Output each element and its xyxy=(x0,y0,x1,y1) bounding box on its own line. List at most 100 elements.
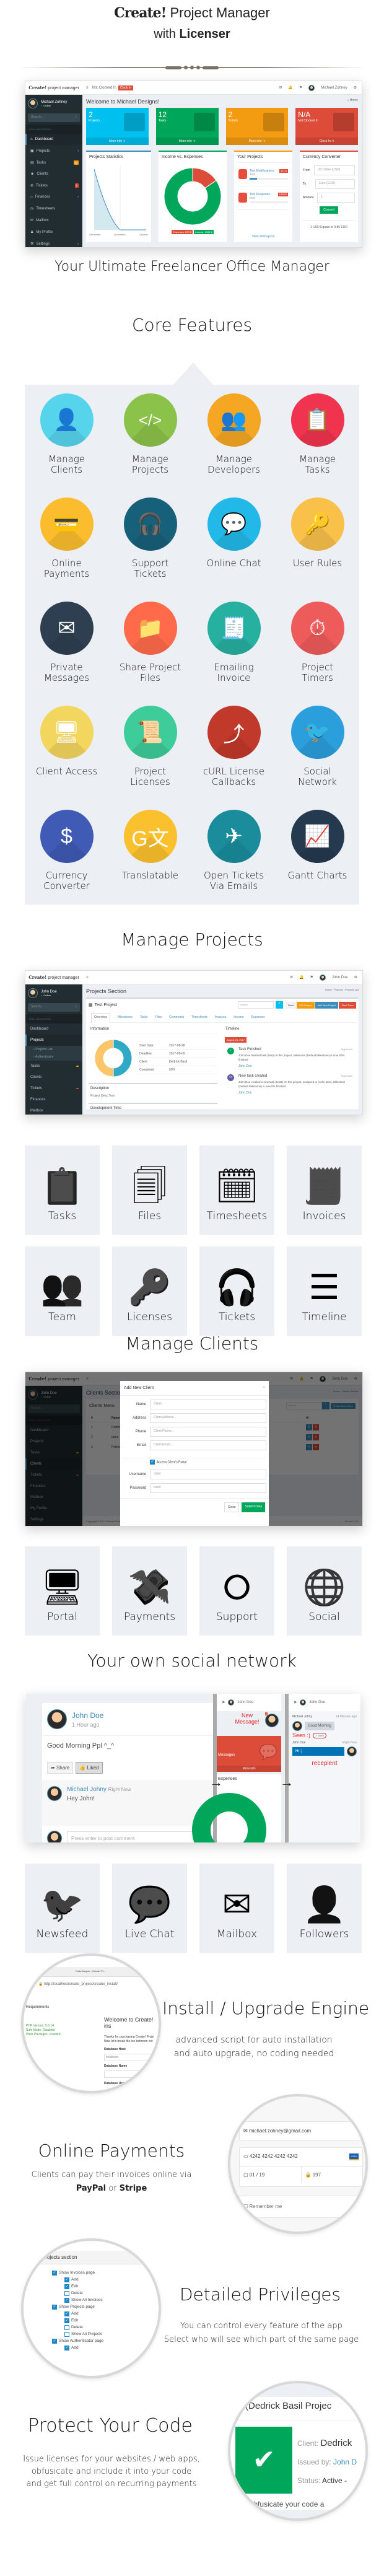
stat-footer-link[interactable]: More info ➜ xyxy=(225,138,289,145)
sidebar-item-mailbox[interactable]: Mailbox xyxy=(25,1105,82,1115)
flag-icon[interactable]: ⚑ xyxy=(310,975,313,979)
top-user-name[interactable]: John Doe xyxy=(309,1701,325,1704)
top-user-name[interactable]: Michael Zohney xyxy=(321,86,347,90)
tab-invoices[interactable]: Invoices xyxy=(215,1015,226,1019)
tab-timesheets[interactable]: Timesheets xyxy=(191,1015,207,1019)
remember-me-checkbox[interactable]: ☐ Remember me xyxy=(239,2196,363,2218)
top-user-name[interactable]: John Doe xyxy=(332,976,348,979)
sidebar-item-tasks[interactable]: ▤ Tasks 10 xyxy=(25,157,82,169)
name-input[interactable]: Client xyxy=(150,1400,266,1409)
card-number-field[interactable]: ▭ 4242 4242 4242 4242 VISA xyxy=(240,2148,362,2166)
project-search-input[interactable]: Search... xyxy=(238,1001,274,1009)
sidebar-item-projects[interactable]: ▣ Projects ‹ xyxy=(25,145,82,157)
timeline-item-user[interactable]: John Doe xyxy=(238,1091,352,1095)
privilege-checkbox[interactable] xyxy=(64,2324,69,2330)
flag-icon[interactable]: ⚑ xyxy=(294,1701,297,1705)
more-info-link[interactable]: More info xyxy=(217,1766,281,1772)
email-input[interactable]: Client Email... xyxy=(150,1440,266,1450)
stat-footer-link[interactable]: More info ➜ xyxy=(86,138,149,145)
submit-data-button[interactable]: Submit Data xyxy=(242,1502,265,1512)
gears-icon[interactable]: ⚙ xyxy=(354,975,357,979)
edit-project-button[interactable]: Edit Project xyxy=(297,1001,315,1009)
browser-url[interactable]: 🔒 http://localhost/create_project/create… xyxy=(38,1982,118,1986)
privilege-checkbox[interactable]: ✓ xyxy=(64,2277,69,2282)
tab-comments[interactable]: Comments xyxy=(169,1015,184,1019)
post-author[interactable]: John Doe xyxy=(72,1711,103,1720)
sidebar-item-tickets[interactable]: Tickets xyxy=(25,1083,82,1094)
sidebar-item-settings[interactable]: ⚒ Settings ‹ xyxy=(25,238,82,247)
sidebar-item-mailbox[interactable]: ✉ Mailbox xyxy=(25,214,82,226)
flag-icon[interactable]: ⚑ xyxy=(222,1701,225,1705)
sidebar-item-dashboard[interactable]: ⌂ Dashboard xyxy=(25,134,82,145)
breadcrumb-item[interactable]: Home xyxy=(325,988,332,991)
avatar[interactable] xyxy=(308,84,315,91)
sidebar-item-timesheets[interactable]: ◷ Timesheets xyxy=(25,203,82,214)
browser-tab[interactable]: CodeCanyon - Create! Pr... xyxy=(24,1967,159,1977)
convert-button[interactable]: Convert xyxy=(320,206,338,214)
sidebar-item-authenticator[interactable]: ○ Authenticator xyxy=(25,1053,82,1061)
project-list-item[interactable]: Test Response 1000 $ test xyxy=(237,186,289,210)
sidebar-item-finances[interactable]: ⌂ Finances ‹ xyxy=(25,191,82,203)
breadcrumb[interactable]: ⌂ Home xyxy=(347,99,358,108)
timeline-item-user[interactable]: John Doe xyxy=(238,1064,352,1068)
tab-expenses[interactable]: Expenses xyxy=(251,1015,265,1019)
password-input[interactable]: client xyxy=(150,1483,266,1493)
sidebar-item-tasks[interactable]: Tasks xyxy=(25,1061,82,1072)
menu-toggle-icon[interactable]: ≡ xyxy=(82,86,92,90)
start-timer-button[interactable]: Start Timer xyxy=(339,1001,356,1009)
username-input[interactable]: client xyxy=(150,1470,266,1479)
issued-by-link[interactable]: John D xyxy=(333,2458,357,2466)
phone-input[interactable]: Client Phone... xyxy=(150,1427,266,1437)
to-currency-select[interactable]: Euro (EUR) xyxy=(315,179,355,189)
sidebar-item-my-profile[interactable]: ♟ My Profile xyxy=(25,226,82,238)
sidebar-item-dashboard[interactable]: Dashboard xyxy=(25,1023,82,1035)
close-icon[interactable]: × xyxy=(263,1386,265,1390)
privilege-checkbox[interactable]: ✓ xyxy=(52,2304,57,2310)
liked-button[interactable]: 👍 Liked xyxy=(76,1762,103,1774)
db-host-input[interactable]: localhost xyxy=(104,2054,159,2061)
bell-icon[interactable]: 🔔 xyxy=(299,975,303,979)
tab-income[interactable]: Income xyxy=(233,1015,243,1019)
privilege-checkbox[interactable]: ✓ xyxy=(64,2345,69,2350)
avatar[interactable] xyxy=(300,1699,307,1706)
avatar[interactable] xyxy=(228,1699,235,1706)
sidebar-item-projects[interactable]: Projects xyxy=(25,1035,82,1046)
tab-tasks[interactable]: Tasks xyxy=(140,1015,148,1019)
privilege-checkbox[interactable]: ✓ xyxy=(52,2270,57,2276)
sidebar-search[interactable]: Search...⌕ xyxy=(28,113,80,122)
privilege-checkbox[interactable]: ✓ xyxy=(64,2297,69,2303)
stat-footer-link[interactable]: Clock In ➜ xyxy=(295,138,358,145)
add-new-project-button[interactable]: Add New Project xyxy=(315,1001,339,1009)
bell-icon[interactable]: 🔔 xyxy=(288,85,292,90)
privilege-checkbox[interactable] xyxy=(64,2331,69,2337)
mail-icon[interactable]: ✉ xyxy=(279,85,282,90)
gears-icon[interactable]: ⚙ xyxy=(354,85,357,90)
search-button[interactable]: ⌕ xyxy=(276,1001,284,1009)
sidebar-item-finances[interactable]: Finances xyxy=(25,1094,82,1105)
sidebar-item-tickets[interactable]: ⊕ Tickets 1 xyxy=(25,180,82,191)
tab-milestones[interactable]: Milestones xyxy=(118,1015,133,1019)
privilege-checkbox[interactable]: ✓ xyxy=(64,2284,69,2289)
comment-author[interactable]: Michael Johny xyxy=(67,1786,107,1793)
portal-access-checkbox[interactable]: ✓ xyxy=(150,1460,155,1465)
email-field[interactable]: ✉ michael.zohney@gmail.com xyxy=(239,2121,363,2141)
privilege-checkbox[interactable] xyxy=(64,2290,69,2296)
privilege-checkbox[interactable]: ✓ xyxy=(64,2318,69,2323)
tab-files[interactable]: Files xyxy=(155,1015,162,1019)
flag-icon[interactable]: ⚑ xyxy=(299,85,302,90)
breadcrumb[interactable]: Home › Projects › Projects List xyxy=(325,988,359,997)
sidebar-search[interactable]: Search...⌕ xyxy=(28,1003,80,1012)
view-all-projects-link[interactable]: View all Projects xyxy=(234,235,292,239)
back-button[interactable]: Back xyxy=(286,1001,297,1009)
sidebar-item-clients[interactable]: Clients xyxy=(25,1072,82,1083)
comment-input[interactable]: Press enter to post comment xyxy=(67,1831,208,1842)
mail-icon[interactable]: ✉ xyxy=(290,975,293,979)
share-button[interactable]: ➦ Share xyxy=(47,1762,74,1774)
avatar[interactable] xyxy=(319,974,326,981)
privilege-checkbox[interactable]: ✓ xyxy=(52,2338,57,2344)
address-input[interactable]: Client Address... xyxy=(150,1413,266,1423)
sidebar-item-projects-list[interactable]: ○ Projects List xyxy=(25,1046,82,1053)
db-name-input[interactable] xyxy=(104,2070,159,2078)
from-currency-select[interactable]: US Dollar (USD) xyxy=(313,165,355,175)
privilege-checkbox[interactable]: ✓ xyxy=(64,2311,69,2316)
